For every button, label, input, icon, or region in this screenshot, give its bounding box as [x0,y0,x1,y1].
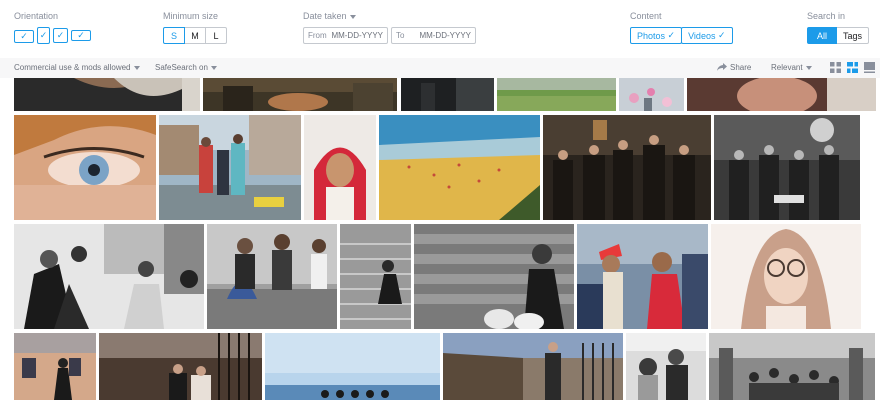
single-view-icon[interactable] [864,62,875,73]
photo-tile[interactable] [99,333,262,400]
photo-tile[interactable] [265,333,440,400]
content-photos-label: Photos [637,30,666,41]
share-icon [717,63,727,71]
search-in-label: Search in [807,11,846,21]
date-taken-dropdown[interactable]: Date taken [303,11,479,21]
chevron-down-icon [349,14,356,19]
photo-tile[interactable] [379,115,540,220]
photo-tile[interactable] [207,224,337,329]
check-icon: ✓ [77,30,85,40]
check-icon: ✓ [667,30,676,40]
grid-view-icon[interactable] [830,62,841,73]
size-medium-button[interactable]: M [184,27,206,44]
photo-tile[interactable] [304,115,376,220]
date-to-label: To [396,31,405,40]
size-small-button[interactable]: S [163,27,185,44]
photo-tile[interactable] [203,78,397,111]
search-in-tags-button[interactable]: Tags [836,27,869,44]
content-videos-label: Videos [688,30,716,41]
safesearch-dropdown[interactable]: SafeSearch on [155,63,217,72]
content-photos-toggle[interactable]: Photos ✓ [630,27,683,44]
photo-tile[interactable] [687,78,876,111]
photo-tile[interactable] [626,333,706,400]
orientation-filter: Orientation ✓ ✓ ✓ ✓ [14,11,91,44]
photo-tile[interactable] [711,224,861,329]
check-icon: ✓ [20,31,28,41]
date-taken-label: Date taken [303,11,347,21]
orientation-landscape-checkbox[interactable]: ✓ [14,30,34,43]
photo-tile[interactable] [14,78,200,111]
sort-dropdown[interactable]: Relevant [771,63,812,72]
justified-view-icon[interactable] [847,62,858,73]
photo-tile[interactable] [159,115,301,220]
chevron-down-icon [210,65,217,70]
orientation-square-checkbox[interactable]: ✓ [53,28,68,43]
date-to-input[interactable]: To MM-DD-YYYY [391,27,476,44]
share-label: Share [730,63,752,72]
minimum-size-label: Minimum size [163,11,219,21]
photo-tile[interactable] [497,78,616,111]
content-videos-toggle[interactable]: Videos ✓ [681,27,733,44]
date-taken-filter: Date taken From MM-DD-YYYY To MM-DD-YYYY [303,11,479,44]
orientation-panorama-checkbox[interactable]: ✓ [71,30,91,41]
results-toolbar: Commercial use & mods allowed SafeSearch… [0,58,880,78]
minimum-size-filter: Minimum size S M L [163,11,227,44]
sort-label: Relevant [771,63,803,72]
search-in-filter: Search in All Tags [807,11,869,44]
photo-grid [0,78,880,400]
photo-tile[interactable] [14,224,204,329]
date-from-label: From [308,31,327,40]
safesearch-label: SafeSearch on [155,63,208,72]
check-icon: ✓ [56,30,65,40]
check-icon: ✓ [39,30,48,40]
content-label: Content [630,11,662,21]
photo-tile[interactable] [14,333,96,400]
share-button[interactable]: Share [717,63,751,72]
license-label: Commercial use & mods allowed [14,63,131,72]
photo-tile[interactable] [443,333,623,400]
photo-tile[interactable] [619,78,684,111]
orientation-label: Orientation [14,11,59,21]
size-large-button[interactable]: L [205,27,227,44]
orientation-portrait-checkbox[interactable]: ✓ [37,27,50,44]
search-filters-bar: Orientation ✓ ✓ ✓ ✓ Minimum size S M L D… [0,0,880,59]
check-icon: ✓ [717,30,726,40]
photo-tile[interactable] [543,115,711,220]
photo-tile[interactable] [414,224,574,329]
photo-tile[interactable] [709,333,875,400]
photo-tile[interactable] [401,78,494,111]
license-dropdown[interactable]: Commercial use & mods allowed [14,63,140,72]
chevron-down-icon [133,65,140,70]
photo-tile[interactable] [714,115,860,220]
date-from-placeholder: MM-DD-YYYY [331,31,383,40]
date-from-input[interactable]: From MM-DD-YYYY [303,27,388,44]
chevron-down-icon [805,65,812,70]
photo-tile[interactable] [340,224,411,329]
photo-tile[interactable] [14,115,156,220]
content-filter: Content Photos ✓ Videos ✓ [630,11,733,44]
search-in-all-button[interactable]: All [807,27,837,44]
photo-tile[interactable] [577,224,708,329]
date-to-placeholder: MM-DD-YYYY [419,31,471,40]
